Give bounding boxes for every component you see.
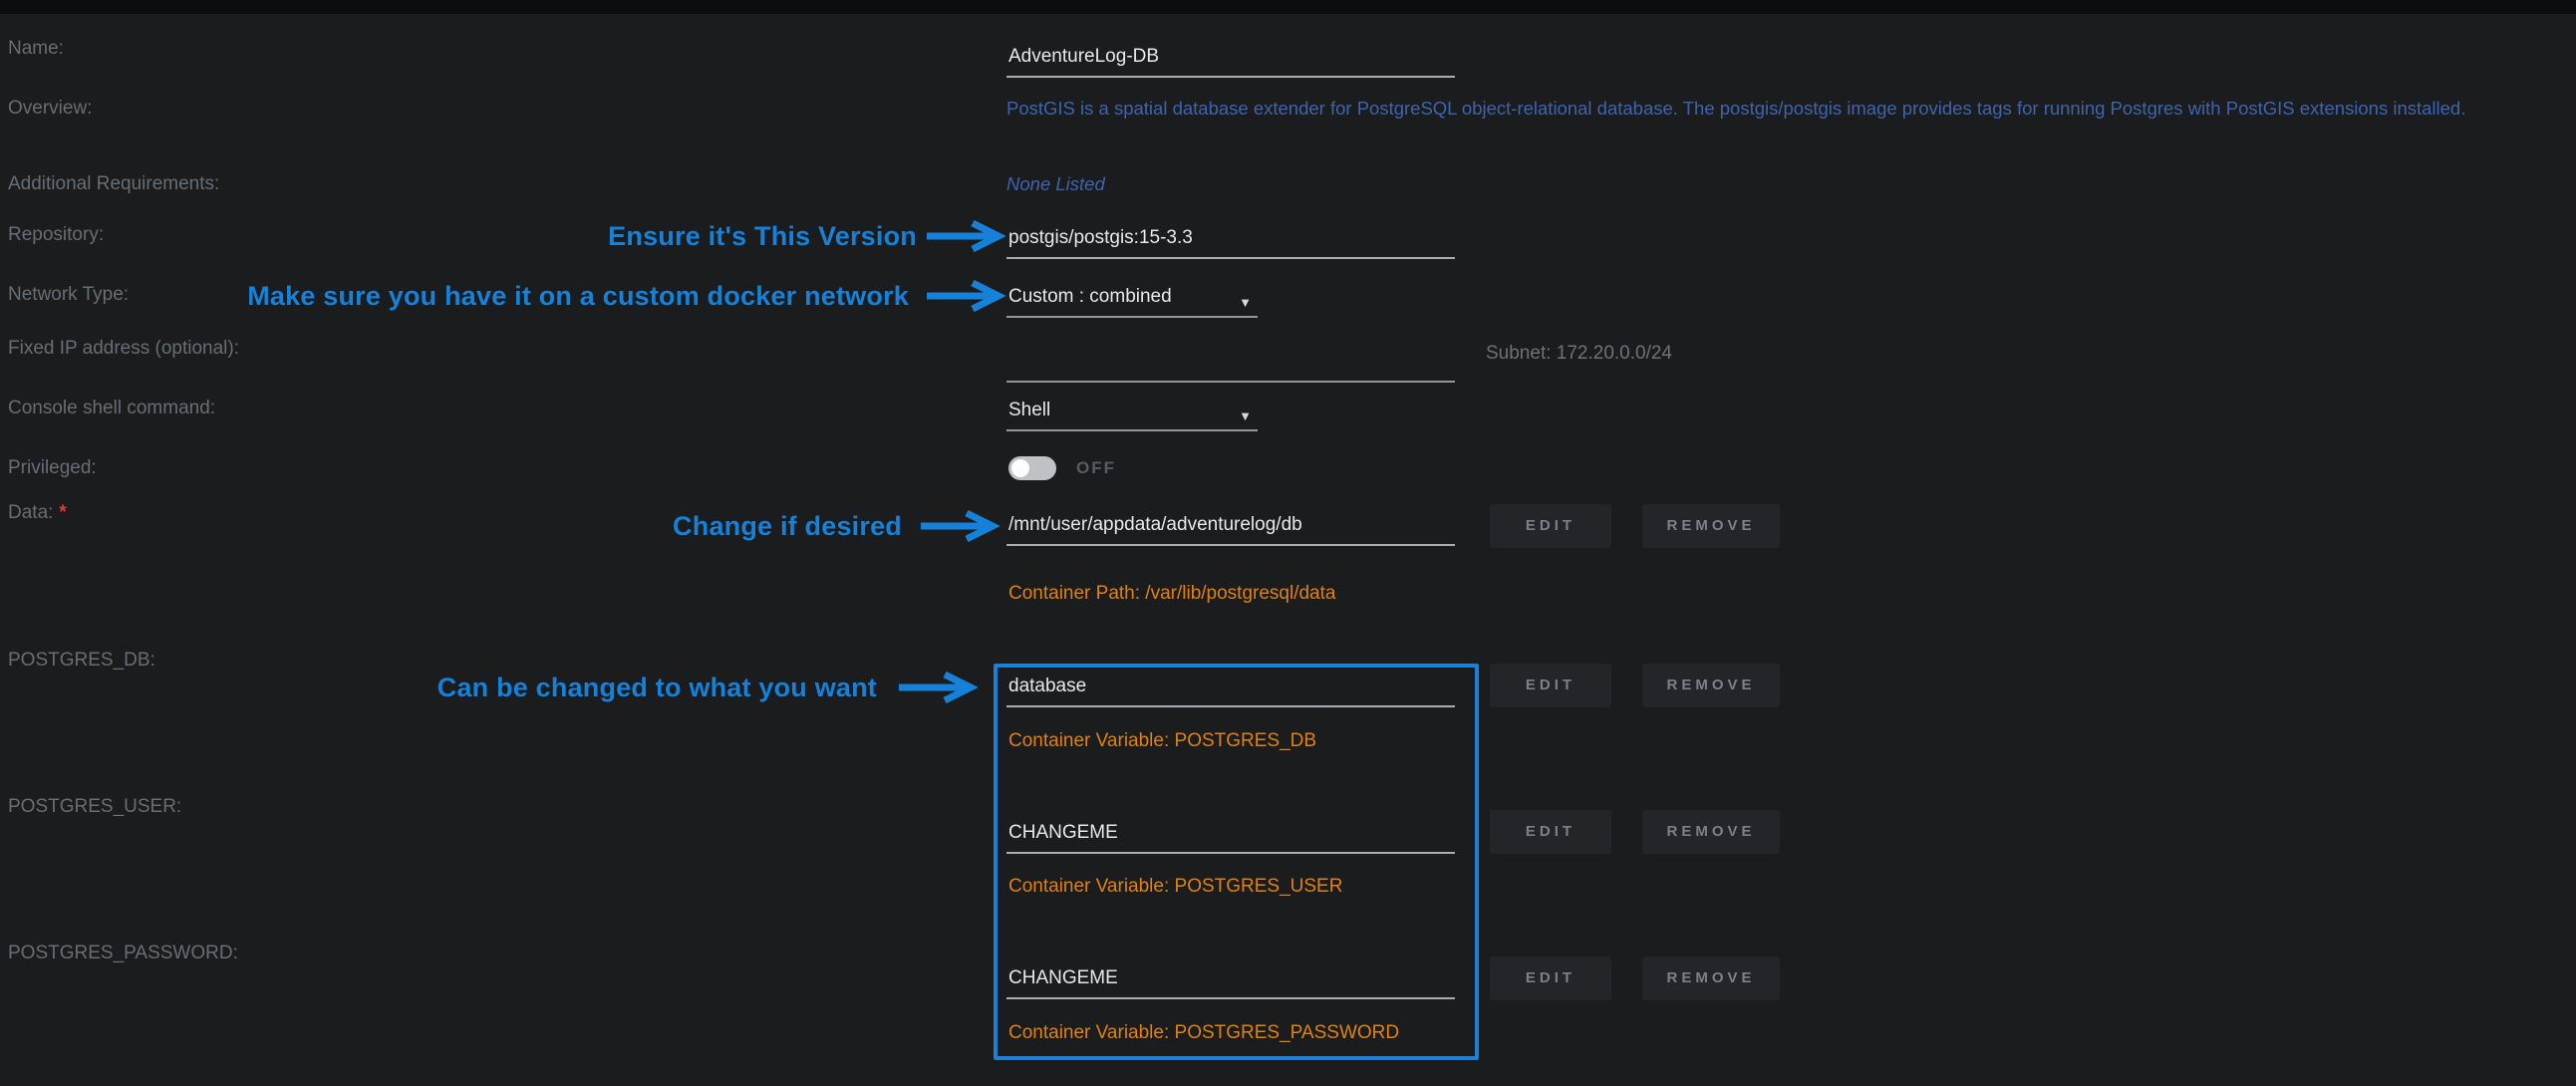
repository-label: Repository:: [8, 223, 104, 247]
annotation-repository: Ensure it's This Version: [219, 219, 917, 253]
annotation-env-vars: Can be changed to what you want: [179, 671, 877, 704]
subnet-note: Subnet: 172.20.0.0/24: [1486, 342, 1672, 366]
postgres-password-label: POSTGRES_PASSWORD:: [8, 942, 238, 965]
privileged-toggle[interactable]: [1008, 456, 1056, 480]
network-type-value: Custom : combined: [1008, 286, 1172, 307]
annotation-network: Make sure you have it on a custom docker…: [211, 279, 909, 313]
postgres-password-container-variable: Container Variable: POSTGRES_PASSWORD: [1008, 1021, 1399, 1045]
network-type-label: Network Type:: [8, 283, 129, 307]
required-asterisk: *: [59, 502, 66, 523]
postgres-db-label: POSTGRES_DB:: [8, 649, 155, 673]
annotation-arrow: [925, 219, 1016, 253]
name-label: Name:: [8, 37, 64, 61]
name-input[interactable]: AdventureLog-DB: [1006, 44, 1455, 78]
data-label: Data: *: [8, 501, 67, 525]
annotation-arrow: [925, 279, 1016, 313]
postgres-user-label: POSTGRES_USER:: [8, 795, 181, 819]
annotation-arrow: [919, 509, 1010, 543]
postgres-db-edit-button[interactable]: EDIT: [1490, 664, 1611, 707]
privileged-state-label: OFF: [1076, 456, 1116, 480]
console-shell-label: Console shell command:: [8, 397, 215, 420]
docker-template-settings-page: Name: Overview: Additional Requirements:…: [0, 0, 2576, 1086]
postgres-db-container-variable: Container Variable: POSTGRES_DB: [1008, 729, 1316, 753]
highlight-box: [994, 664, 1479, 1060]
top-divider: [0, 0, 2576, 14]
additional-requirements-value: None Listed: [1006, 172, 1105, 196]
data-path-input[interactable]: /mnt/user/appdata/adventurelog/db: [1006, 512, 1455, 546]
fixed-ip-label: Fixed IP address (optional):: [8, 337, 239, 361]
annotation-arrow: [897, 671, 989, 704]
overview-label: Overview:: [8, 97, 92, 121]
console-shell-value: Shell: [1008, 400, 1050, 420]
data-label-text: Data:: [8, 502, 53, 523]
postgres-user-edit-button[interactable]: EDIT: [1490, 810, 1611, 854]
postgres-password-remove-button[interactable]: REMOVE: [1642, 956, 1780, 1000]
dropdown-arrow-icon: ▼: [1239, 404, 1252, 429]
postgres-user-remove-button[interactable]: REMOVE: [1642, 810, 1780, 854]
dropdown-arrow-icon: ▼: [1239, 290, 1252, 316]
postgres-db-input[interactable]: database: [1006, 674, 1455, 707]
fixed-ip-input[interactable]: [1006, 349, 1455, 383]
postgres-user-container-variable: Container Variable: POSTGRES_USER: [1008, 875, 1342, 899]
data-remove-button[interactable]: REMOVE: [1642, 504, 1780, 548]
repository-input[interactable]: postgis/postgis:15-3.3: [1006, 225, 1455, 259]
postgres-password-edit-button[interactable]: EDIT: [1490, 956, 1611, 1000]
overview-text: PostGIS is a spatial database extender f…: [1006, 97, 2465, 121]
network-type-select[interactable]: Custom : combined ▼: [1006, 284, 1258, 318]
privileged-label: Privileged:: [8, 456, 97, 480]
console-shell-select[interactable]: Shell ▼: [1006, 398, 1258, 431]
data-edit-button[interactable]: EDIT: [1490, 504, 1611, 548]
postgres-db-remove-button[interactable]: REMOVE: [1642, 664, 1780, 707]
additional-requirements-label: Additional Requirements:: [8, 172, 219, 196]
data-container-path: Container Path: /var/lib/postgresql/data: [1008, 582, 1335, 606]
postgres-password-input[interactable]: CHANGEME: [1006, 965, 1455, 999]
annotation-data: Change if desired: [204, 509, 902, 543]
postgres-user-input[interactable]: CHANGEME: [1006, 820, 1455, 854]
toggle-knob: [1011, 459, 1029, 477]
